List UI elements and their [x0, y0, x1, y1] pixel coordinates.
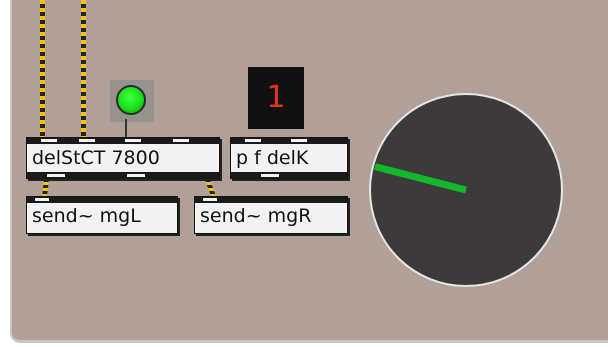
- send-left-label: send~ mgL: [32, 205, 141, 227]
- outlet: [47, 174, 65, 177]
- inlet: [41, 139, 57, 142]
- object-inlet-bar: [195, 197, 347, 203]
- number-box-value: 1: [266, 80, 286, 115]
- dial-knob[interactable]: [368, 92, 564, 288]
- inlet: [125, 139, 141, 142]
- inlet: [245, 139, 261, 142]
- inlet: [291, 139, 307, 142]
- patcher-canvas[interactable]: 1 delStCT 7800 p f delK send~ mgL send~ …: [10, 0, 608, 343]
- toggle-connection: [125, 119, 127, 137]
- object-outlet-bar: [231, 172, 347, 178]
- delay-object-box[interactable]: delStCT 7800: [26, 137, 220, 179]
- number-box[interactable]: 1: [248, 67, 304, 129]
- toggle-led[interactable]: [116, 85, 146, 115]
- object-inlet-bar: [27, 197, 177, 203]
- send-left-object-box[interactable]: send~ mgL: [26, 196, 178, 234]
- inlet: [35, 198, 49, 201]
- send-right-label: send~ mgR: [200, 205, 312, 227]
- signal-cable-middle: [81, 0, 86, 138]
- pfdel-object-label: p f delK: [236, 147, 309, 169]
- inlet: [79, 139, 95, 142]
- inlet: [203, 198, 217, 201]
- signal-cable-left: [40, 0, 45, 138]
- send-right-object-box[interactable]: send~ mgR: [194, 196, 348, 234]
- inlet: [173, 139, 189, 142]
- delay-object-label: delStCT 7800: [32, 147, 160, 169]
- pfdel-object-box[interactable]: p f delK: [230, 137, 348, 179]
- outlet: [127, 174, 145, 177]
- outlet: [261, 174, 279, 177]
